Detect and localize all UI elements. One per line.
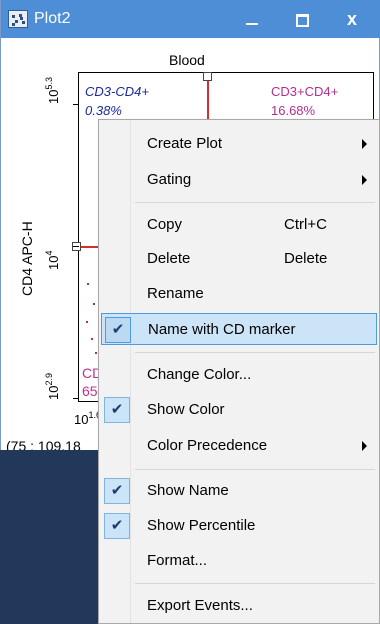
- quadrant-gate-handle[interactable]: [203, 72, 212, 81]
- menu-item-label: Show Percentile: [147, 517, 256, 534]
- quadrant-gate-horizontal-line[interactable]: [78, 246, 100, 248]
- menu-item-copy[interactable]: Copy Ctrl+C: [101, 209, 377, 241]
- menu-item-shortcut: Delete: [284, 250, 328, 267]
- lower-left-quadrant-percent: 65: [82, 383, 98, 399]
- y-axis-label: CD4 APC-H: [19, 221, 35, 296]
- minimize-button[interactable]: [237, 6, 267, 32]
- menu-item-label: Format...: [147, 552, 208, 569]
- checkmark-icon: ✔: [104, 513, 130, 539]
- y-tick-label-middle: 104: [44, 250, 61, 270]
- menu-item-show-percentile[interactable]: ✔ Show Percentile: [101, 510, 377, 542]
- y-tick-label-top: 105.3: [44, 77, 61, 104]
- submenu-arrow-icon: [362, 441, 367, 451]
- close-button[interactable]: x: [337, 6, 367, 32]
- menu-separator: [135, 469, 375, 470]
- checkmark-icon: ✔: [105, 317, 131, 343]
- menu-item-delete[interactable]: Delete Delete: [101, 243, 377, 275]
- submenu-arrow-icon: [362, 175, 367, 185]
- menu-item-export-events[interactable]: Export Events...: [101, 590, 377, 622]
- upper-right-quadrant-percent: 16.68%: [271, 103, 316, 118]
- menu-item-show-name[interactable]: ✔ Show Name: [101, 475, 377, 507]
- scatter-plot-icon: [8, 10, 28, 28]
- title-bar[interactable]: Plot2 x: [1, 0, 380, 38]
- menu-item-show-color[interactable]: ✔ Show Color: [101, 394, 377, 426]
- menu-item-format[interactable]: Format...: [101, 545, 377, 577]
- menu-item-rename[interactable]: Rename: [101, 278, 377, 310]
- menu-item-label: Create Plot: [147, 135, 223, 152]
- event-dot: [93, 303, 95, 305]
- window-title: Plot2: [34, 10, 71, 27]
- menu-item-gating[interactable]: Gating: [101, 164, 377, 196]
- menu-item-label: Copy: [147, 216, 183, 233]
- menu-separator: [135, 202, 375, 203]
- y-tick-mark: [73, 104, 79, 105]
- context-menu: Create Plot Gating Copy Ctrl+C Delete De…: [98, 119, 380, 624]
- menu-separator: [135, 583, 375, 584]
- x-tick-label-left: 101.6: [74, 410, 101, 427]
- upper-left-quadrant-percent: 0.38%: [85, 103, 122, 118]
- y-tick-mark: [73, 398, 79, 399]
- menu-item-label: Color Precedence: [147, 437, 268, 454]
- menu-item-label: Show Name: [147, 482, 229, 499]
- background-area: [0, 450, 100, 624]
- checkmark-icon: ✔: [104, 478, 130, 504]
- menu-item-shortcut: Ctrl+C: [284, 216, 327, 233]
- event-dot: [87, 283, 89, 285]
- menu-item-label: Export Events...: [147, 597, 253, 614]
- maximize-button[interactable]: [287, 6, 317, 32]
- menu-item-label: Show Color: [147, 401, 225, 418]
- plot-title: Blood: [169, 52, 205, 68]
- menu-separator: [135, 352, 375, 353]
- event-dot: [86, 321, 88, 323]
- event-dot: [95, 352, 97, 354]
- upper-right-quadrant-name: CD3+CD4+: [271, 84, 339, 99]
- y-tick-label-bottom: 102.9: [44, 373, 61, 400]
- menu-item-label: Gating: [147, 171, 192, 188]
- menu-item-change-color[interactable]: Change Color...: [101, 359, 377, 391]
- menu-item-label: Change Color...: [147, 366, 252, 383]
- menu-item-color-precedence[interactable]: Color Precedence: [101, 430, 377, 462]
- menu-item-label: Name with CD marker: [148, 321, 296, 338]
- menu-item-name-with-cd-marker[interactable]: ✔ Name with CD marker: [101, 313, 377, 345]
- upper-left-quadrant-name: CD3-CD4+: [85, 84, 149, 99]
- menu-item-label: Delete: [147, 250, 191, 267]
- menu-item-create-plot[interactable]: Create Plot: [101, 128, 377, 160]
- event-dot: [91, 338, 93, 340]
- submenu-arrow-icon: [362, 139, 367, 149]
- checkmark-icon: ✔: [104, 397, 130, 423]
- menu-item-label: Rename: [147, 285, 204, 302]
- y-tick-mark: [73, 246, 79, 247]
